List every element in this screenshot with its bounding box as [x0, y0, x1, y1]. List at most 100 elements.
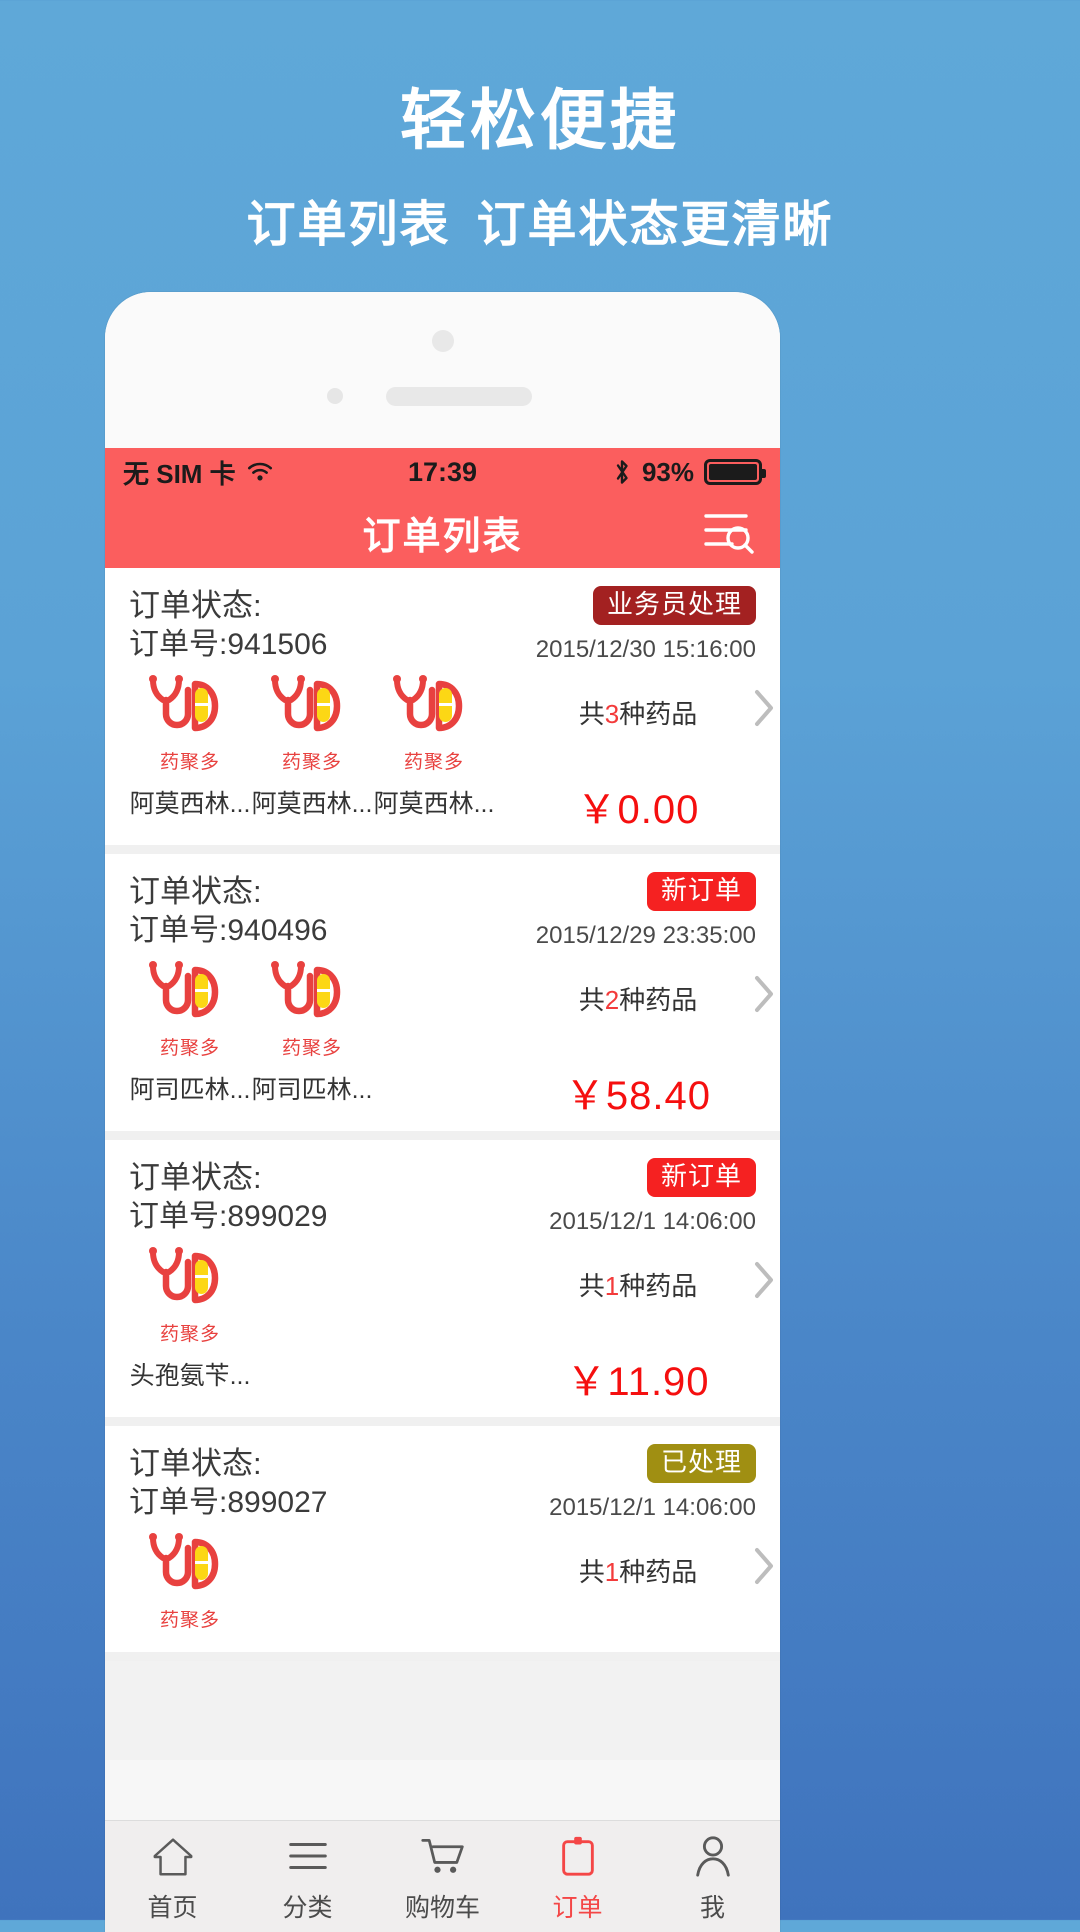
order-items: 药聚多 头孢氨苄... — [129, 1242, 251, 1392]
order-item[interactable]: 药聚多 阿司匹林... — [129, 956, 251, 1106]
product-logo-icon: 药聚多 — [135, 1528, 245, 1631]
tab-cart[interactable]: 购物车 — [375, 1821, 510, 1932]
order-item-count: 共2种药品 — [578, 985, 698, 1016]
phone-mockup: 无 SIM 卡 17:39 93% 订单列表 订单状态: 订单号:941506 … — [105, 292, 780, 1932]
order-status-label: 订单状态: — [129, 1160, 262, 1196]
promo-banner: 轻松便捷 订单列表 订单状态更清晰 — [0, 0, 1080, 252]
order-item[interactable]: 药聚多 头孢氨苄... — [129, 1242, 251, 1392]
status-badge: 新订单 — [646, 872, 756, 911]
order-card-header-left: 订单状态: 订单号:940496 — [129, 872, 327, 950]
order-card-header-left: 订单状态: 订单号:899029 — [129, 1158, 327, 1236]
order-number: 订单号:899029 — [129, 1199, 328, 1233]
order-date: 2015/12/1 14:06:00 — [549, 1493, 756, 1521]
order-item[interactable]: 药聚多 — [129, 1528, 251, 1642]
product-logo-icon: 药聚多 — [379, 670, 489, 773]
order-card-header-right: 已处理 2015/12/1 14:06:00 — [549, 1444, 756, 1522]
order-item[interactable]: 药聚多 阿莫西林... — [129, 670, 251, 820]
order-item-name: 阿莫西林... — [373, 790, 495, 819]
order-item-name: 阿莫西林... — [251, 790, 373, 819]
order-status-label: 订单状态: — [129, 1446, 262, 1482]
product-logo-icon: 药聚多 — [257, 670, 367, 773]
battery-percent-label: 93% — [641, 456, 694, 487]
carrier-label: 无 SIM 卡 — [123, 458, 236, 489]
chevron-right-icon[interactable] — [752, 1546, 776, 1591]
status-bar-left: 无 SIM 卡 — [123, 454, 275, 491]
product-logo-icon: 药聚多 — [257, 956, 367, 1059]
app-navbar: 订单列表 — [105, 496, 780, 568]
status-bar-right: 93% — [612, 456, 766, 488]
tab-category[interactable]: 分类 — [240, 1821, 375, 1932]
order-item-name: 阿司匹林... — [129, 1076, 251, 1105]
order-status-label: 订单状态: — [129, 874, 262, 910]
order-total-price: ￥11.90 — [566, 1360, 710, 1405]
order-item[interactable]: 药聚多 阿莫西林... — [251, 670, 373, 820]
status-badge: 新订单 — [646, 1158, 756, 1197]
tab-home[interactable]: 首页 — [105, 1821, 240, 1932]
tab-label: 订单 — [552, 1893, 603, 1922]
order-item-count: 共1种药品 — [578, 1557, 698, 1588]
page-title: 订单列表 — [362, 515, 523, 558]
wifi-icon — [245, 460, 275, 484]
order-total-price: ￥0.00 — [576, 788, 700, 833]
order-card-summary: 共3种药品 ￥0.00 — [528, 670, 756, 835]
order-total-price: ￥58.40 — [564, 1074, 712, 1119]
order-date: 2015/12/29 23:35:00 — [535, 921, 756, 949]
order-card-header-left: 订单状态: 订单号:941506 — [129, 586, 327, 664]
chevron-right-icon[interactable] — [752, 1260, 776, 1305]
chevron-right-icon[interactable] — [752, 688, 776, 733]
proximity-sensor-icon — [327, 388, 343, 404]
tab-user[interactable]: 我 — [645, 1821, 780, 1932]
order-card-header-right: 新订单 2015/12/1 14:06:00 — [549, 1158, 756, 1236]
status-badge: 业务员处理 — [592, 586, 756, 625]
order-item[interactable]: 药聚多 阿司匹林... — [251, 956, 373, 1106]
order-date: 2015/12/1 14:06:00 — [549, 1207, 756, 1235]
order-card-header: 订单状态: 订单号:899029 新订单 2015/12/1 14:06:00 — [129, 1158, 756, 1236]
order-items: 药聚多 — [129, 1528, 251, 1642]
phone-bezel-top — [105, 292, 780, 448]
status-bar: 无 SIM 卡 17:39 93% — [105, 448, 780, 496]
order-card[interactable]: 订单状态: 订单号:899027 已处理 2015/12/1 14:06:00 … — [105, 1426, 780, 1662]
battery-full-icon — [704, 459, 766, 485]
order-item-name: 阿司匹林... — [251, 1076, 373, 1105]
product-logo-icon: 药聚多 — [135, 1242, 245, 1345]
order-icon — [555, 1830, 601, 1882]
promo-subtitle: 订单列表 订单状态更清晰 — [0, 197, 1080, 253]
order-date: 2015/12/30 15:16:00 — [535, 635, 756, 663]
promo-subtitle-left: 订单列表 — [246, 197, 451, 252]
order-items: 药聚多 阿司匹林... 药聚多 阿司匹林... — [129, 956, 373, 1106]
order-item[interactable]: 药聚多 阿莫西林... — [373, 670, 495, 820]
front-camera-icon — [431, 330, 454, 352]
list-search-icon[interactable] — [702, 508, 754, 556]
category-icon — [285, 1830, 331, 1882]
order-status-label: 订单状态: — [129, 588, 262, 623]
bottom-tabbar[interactable]: 首页 分类 购物车 订单 我 — [105, 1820, 780, 1932]
bluetooth-icon — [612, 457, 632, 487]
order-card-header: 订单状态: 订单号:941506 业务员处理 2015/12/30 15:16:… — [129, 586, 756, 664]
tab-order[interactable]: 订单 — [510, 1821, 645, 1932]
order-card[interactable]: 订单状态: 订单号:899029 新订单 2015/12/1 14:06:00 … — [105, 1140, 780, 1427]
order-card-summary: 共1种药品 ￥11.90 — [528, 1242, 756, 1407]
order-card-header-left: 订单状态: 订单号:899027 — [129, 1444, 327, 1522]
tab-label: 首页 — [147, 1893, 198, 1922]
promo-title: 轻松便捷 — [400, 83, 680, 157]
order-card-body: 药聚多 阿司匹林... 药聚多 阿司匹林... 共2种药品 ￥58.40 — [129, 956, 756, 1121]
order-list[interactable]: 订单状态: 订单号:941506 业务员处理 2015/12/30 15:16:… — [105, 568, 780, 1760]
order-item-count: 共1种药品 — [578, 1271, 698, 1302]
product-logo-icon: 药聚多 — [135, 670, 245, 773]
status-badge: 已处理 — [646, 1444, 756, 1483]
chevron-right-icon[interactable] — [752, 974, 776, 1019]
earpiece-speaker — [386, 387, 532, 406]
order-number: 订单号:940496 — [129, 913, 328, 947]
order-card-body: 药聚多 共1种药品 — [129, 1528, 756, 1642]
order-card-header-right: 新订单 2015/12/29 23:35:00 — [536, 872, 756, 950]
home-icon — [150, 1830, 196, 1882]
order-card-body: 药聚多 阿莫西林... 药聚多 阿莫西林... 药聚多 阿莫西林... 共3种药… — [129, 670, 756, 835]
cart-icon — [420, 1830, 466, 1882]
order-number: 订单号:899027 — [129, 1485, 328, 1519]
order-card[interactable]: 订单状态: 订单号:940496 新订单 2015/12/29 23:35:00… — [105, 854, 780, 1141]
user-icon — [690, 1830, 736, 1882]
order-card-header: 订单状态: 订单号:940496 新订单 2015/12/29 23:35:00 — [129, 872, 756, 950]
order-card[interactable]: 订单状态: 订单号:941506 业务员处理 2015/12/30 15:16:… — [105, 568, 780, 855]
order-card-body: 药聚多 头孢氨苄... 共1种药品 ￥11.90 — [129, 1242, 756, 1407]
order-card-summary: 共1种药品 — [528, 1528, 756, 1635]
